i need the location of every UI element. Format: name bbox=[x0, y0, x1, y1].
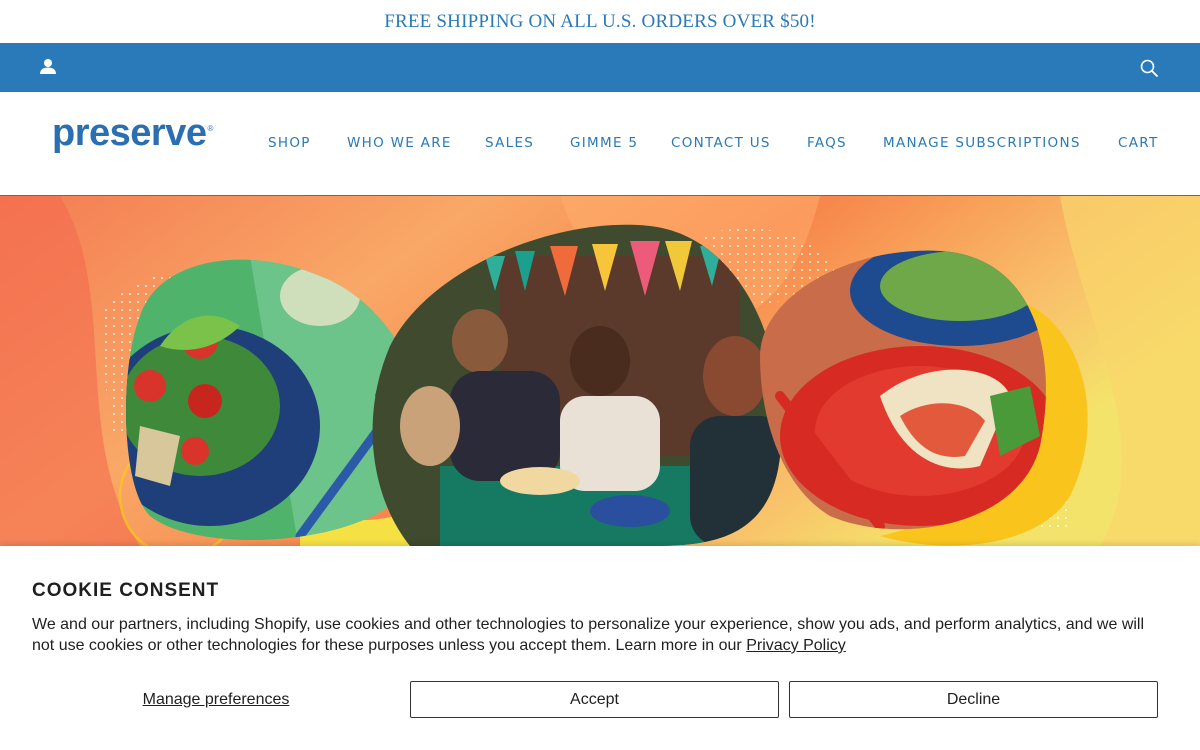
nav-item-faqs[interactable]: FAQS bbox=[807, 135, 847, 151]
nav-item-who-we-are[interactable]: WHO WE ARE bbox=[347, 135, 452, 151]
cookie-body-text: We and our partners, including Shopify, … bbox=[32, 616, 1145, 654]
nav-item-shop[interactable]: SHOP bbox=[268, 135, 311, 151]
main-nav: SHOP WHO WE ARE SALES GIMME 5 CONTACT US… bbox=[0, 135, 1200, 155]
nav-item-sales[interactable]: SALES bbox=[485, 135, 534, 151]
nav-item-manage-subscriptions[interactable]: MANAGE SUBSCRIPTIONS bbox=[883, 135, 1081, 151]
hero-illustration bbox=[0, 196, 1200, 546]
cookie-description: We and our partners, including Shopify, … bbox=[32, 614, 1162, 656]
cookie-consent-banner: COOKIE CONSENT We and our partners, incl… bbox=[0, 546, 1200, 750]
nav-item-gimme-5[interactable]: GIMME 5 bbox=[570, 135, 638, 151]
site-header: preserve® SHOP WHO WE ARE SALES GIMME 5 … bbox=[0, 92, 1200, 196]
nav-item-cart[interactable]: CART bbox=[1118, 135, 1159, 151]
hero-banner[interactable] bbox=[0, 196, 1200, 546]
nav-item-contact-us[interactable]: CONTACT US bbox=[671, 135, 771, 151]
user-icon[interactable] bbox=[38, 58, 58, 76]
promo-banner: FREE SHIPPING ON ALL U.S. ORDERS OVER $5… bbox=[0, 0, 1200, 43]
search-icon[interactable] bbox=[1139, 58, 1159, 78]
privacy-policy-link[interactable]: Privacy Policy bbox=[746, 637, 846, 654]
accept-button[interactable]: Accept bbox=[410, 681, 779, 718]
cookie-title: COOKIE CONSENT bbox=[32, 580, 220, 601]
decline-button[interactable]: Decline bbox=[789, 681, 1158, 718]
utility-bar bbox=[0, 43, 1200, 92]
logo-registered-mark: ® bbox=[207, 124, 213, 134]
promo-text: FREE SHIPPING ON ALL U.S. ORDERS OVER $5… bbox=[384, 11, 816, 32]
manage-preferences-link[interactable]: Manage preferences bbox=[32, 681, 400, 718]
